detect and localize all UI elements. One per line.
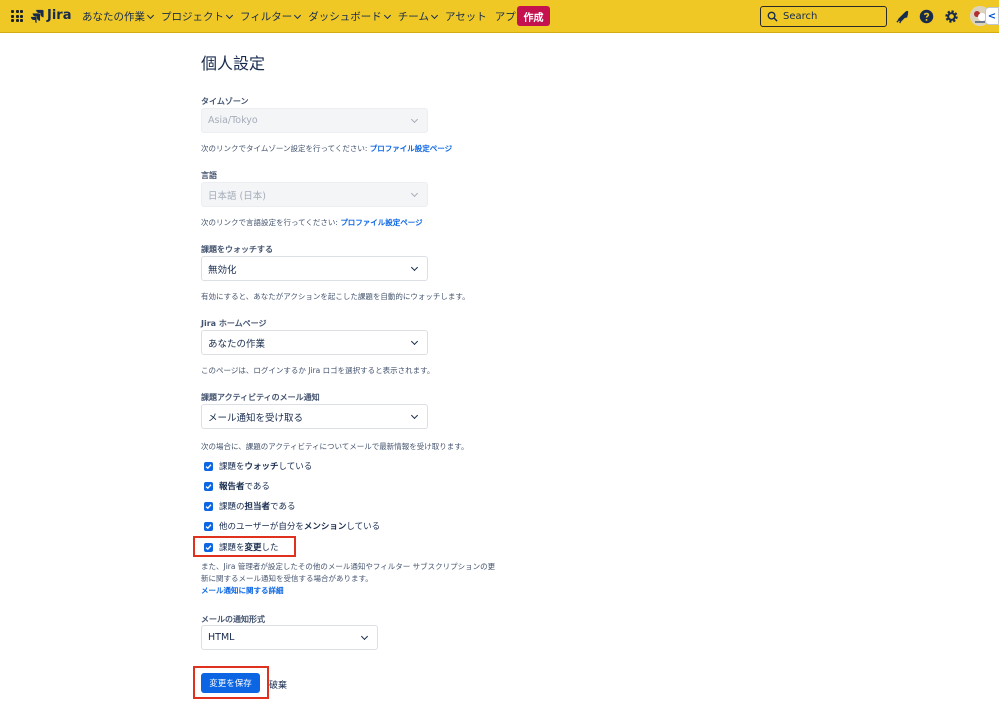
language-select: 日本語 (日本) [201, 182, 428, 207]
watch-value: 無効化 [208, 264, 237, 276]
nav-label: チーム [397, 11, 429, 23]
nav-teams[interactable]: チーム [397, 9, 439, 24]
checkbox-label-post: している [346, 522, 381, 532]
create-button[interactable]: 作成 [517, 6, 550, 26]
checkbox-reporter[interactable]: 報告者 である [204, 480, 270, 492]
chevron-down-icon [410, 189, 419, 198]
nav-label: ダッシュボード [308, 11, 382, 23]
chevron-down-icon [410, 115, 419, 124]
checkbox-label-post: している [278, 462, 313, 472]
checkbox-label-pre: 課題の [219, 502, 245, 512]
settings-gear-icon[interactable] [944, 9, 959, 24]
chevron-down-icon [146, 11, 155, 19]
nav-filters[interactable]: フィルター [240, 9, 302, 24]
watch-help: 有効にすると、あなたがアクションを起こした課題を自動的にウォッチします。 [201, 292, 470, 301]
highlight-box [193, 666, 269, 699]
email-note: また、Jira 管理者が設定したその他のメール通知やフィルター サブスクリプショ… [201, 561, 501, 597]
homepage-select[interactable]: あなたの作業 [201, 330, 428, 355]
chevron-down-icon [410, 411, 419, 420]
app-switcher-icon[interactable] [11, 10, 23, 22]
chevron-down-icon [225, 11, 234, 19]
collapse-panel-button[interactable]: < [985, 7, 999, 25]
timezone-value: Asia/Tokyo [208, 115, 258, 126]
email-notify-select[interactable]: メール通知を受け取る [201, 404, 428, 429]
timezone-help: 次のリンクでタイムゾーン設定を行ってください: プロファイル設定ページ [201, 143, 452, 154]
language-profile-link[interactable]: プロファイル設定ページ [340, 218, 422, 227]
checkbox-checked-icon[interactable] [204, 501, 213, 511]
jira-icon [30, 9, 44, 23]
search-input[interactable]: Search [760, 6, 887, 27]
checkbox-checked-icon[interactable] [204, 461, 213, 471]
checkbox-assignee[interactable]: 課題の 担当者 である [204, 500, 295, 512]
email-notify-help: 次の場合に、課題のアクティビティについてメールで最新情報を受け取ります。 [201, 442, 469, 451]
email-format-select[interactable]: HTML [201, 625, 378, 650]
homepage-help: このページは、ログインするか Jira ロゴを選択すると表示されます。 [201, 366, 435, 375]
email-note-text: また、Jira 管理者が設定したその他のメール通知やフィルター サブスクリプショ… [201, 562, 496, 583]
checkbox-label-pre: 他のユーザーが自分を [219, 522, 304, 532]
search-placeholder: Search [783, 11, 818, 22]
email-notify-value: メール通知を受け取る [208, 412, 304, 424]
checkbox-watching[interactable]: 課題を ウォッチ している [204, 460, 312, 472]
email-notify-label: 課題アクティビティのメール通知 [201, 393, 320, 402]
checkbox-label-post: である [244, 482, 270, 492]
logo-text: Jira [47, 8, 72, 23]
nav-assets[interactable]: アセット [445, 9, 487, 24]
cancel-link[interactable]: 破棄 [269, 678, 287, 691]
checkbox-label-bold: 担当者 [244, 502, 271, 512]
page-title: 個人設定 [201, 54, 266, 73]
checkbox-label-bold: メンション [303, 522, 347, 532]
nav-your-work[interactable]: あなたの作業 [82, 9, 155, 24]
email-format-value: HTML [208, 632, 235, 643]
chevron-down-icon [410, 337, 419, 346]
watch-label: 課題をウォッチする [201, 245, 273, 254]
search-icon [767, 11, 778, 22]
homepage-value: あなたの作業 [208, 338, 266, 350]
language-value: 日本語 (日本) [208, 190, 266, 202]
chevron-down-icon [294, 11, 302, 19]
checkbox-label-post: である [270, 502, 296, 512]
watch-select[interactable]: 無効化 [201, 256, 428, 281]
timezone-profile-link[interactable]: プロファイル設定ページ [370, 144, 452, 153]
homepage-label: Jira ホームページ [201, 319, 267, 328]
chevron-down-icon [430, 11, 439, 19]
checkbox-checked-icon[interactable] [204, 521, 213, 531]
nav-projects[interactable]: プロジェクト [161, 9, 234, 24]
top-navigation-bar: Jira あなたの作業 プロジェクト フィルター ダッシュボード チーム アセッ… [0, 0, 999, 33]
nav-label: プロジェクト [161, 11, 224, 23]
main-nav: あなたの作業 プロジェクト フィルター ダッシュボード チーム アセット アプリ [82, 0, 542, 33]
nav-dashboards[interactable]: ダッシュボード [308, 9, 391, 24]
notifications-icon[interactable] [895, 9, 910, 24]
chevron-down-icon [360, 632, 369, 641]
chevron-down-icon [383, 11, 391, 19]
help-icon[interactable] [919, 9, 934, 24]
chevron-down-icon [410, 263, 419, 272]
language-help: 次のリンクで言語設定を行ってください: プロファイル設定ページ [201, 217, 423, 228]
nav-label: フィルター [240, 11, 293, 23]
checkbox-label-pre: 課題を [219, 462, 245, 472]
timezone-label: タイムゾーン [201, 97, 249, 106]
language-label: 言語 [201, 171, 217, 180]
language-help-text: 次のリンクで言語設定を行ってください: [201, 218, 341, 227]
checkbox-label-bold: 報告者 [219, 482, 245, 492]
timezone-select: Asia/Tokyo [201, 108, 428, 133]
nav-label: あなたの作業 [82, 11, 145, 23]
checkbox-mention[interactable]: 他のユーザーが自分を メンション している [204, 520, 380, 532]
highlight-box [193, 536, 296, 557]
email-format-label: メールの通知形式 [201, 615, 265, 624]
checkbox-label-bold: ウォッチ [244, 462, 279, 472]
email-details-link[interactable]: メール通知に関する詳細 [201, 586, 284, 595]
nav-label: アセット [444, 11, 487, 23]
checkbox-checked-icon[interactable] [204, 481, 213, 491]
jira-logo[interactable]: Jira [30, 8, 71, 23]
timezone-help-text: 次のリンクでタイムゾーン設定を行ってください: [201, 144, 370, 153]
